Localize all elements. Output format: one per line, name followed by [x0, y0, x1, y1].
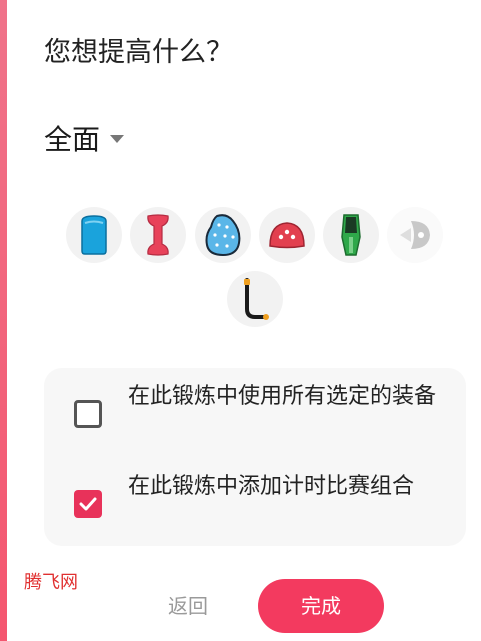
option-add-timed-race[interactable]: 在此锻炼中添加计时比赛组合: [44, 472, 466, 532]
gear-fins[interactable]: [323, 207, 379, 263]
caret-down-icon: [110, 135, 125, 143]
ankle-float-icon: [400, 221, 430, 249]
kickboard-icon: [81, 215, 107, 255]
pull-buoy-icon: [147, 214, 169, 256]
gear-hand-paddle[interactable]: [195, 207, 251, 263]
gear-snorkel[interactable]: [227, 271, 283, 327]
checkmark-icon: [79, 497, 97, 511]
option-use-all-gear[interactable]: 在此锻炼中使用所有选定的装备: [44, 382, 466, 442]
hand-paddle-icon: [205, 214, 241, 257]
done-button[interactable]: 完成: [258, 579, 384, 633]
fins-icon: [341, 214, 361, 256]
gear-pull-buoy[interactable]: [130, 207, 186, 263]
add-timed-race-checkbox[interactable]: [74, 490, 102, 518]
focus-dropdown[interactable]: 全面: [44, 118, 125, 158]
left-edge-accent: [0, 0, 7, 641]
back-button[interactable]: 返回: [150, 586, 226, 626]
snorkel-icon: [244, 278, 269, 320]
gear-ankle-float[interactable]: [387, 207, 443, 263]
finger-paddle-icon: [269, 222, 305, 249]
watermark-text: 腾飞网: [24, 572, 78, 593]
gear-finger-paddle[interactable]: [259, 207, 315, 263]
focus-dropdown-label: 全面: [44, 123, 101, 156]
use-all-gear-checkbox[interactable]: [74, 400, 102, 428]
use-all-gear-label: 在此锻炼中使用所有选定的装备: [128, 384, 437, 409]
add-timed-race-label: 在此锻炼中添加计时比赛组合: [128, 474, 415, 499]
options-card: 在此锻炼中使用所有选定的装备 在此锻炼中添加计时比赛组合: [44, 368, 466, 546]
gear-kickboard[interactable]: [66, 207, 122, 263]
page-title: 您想提高什么？: [44, 37, 233, 68]
